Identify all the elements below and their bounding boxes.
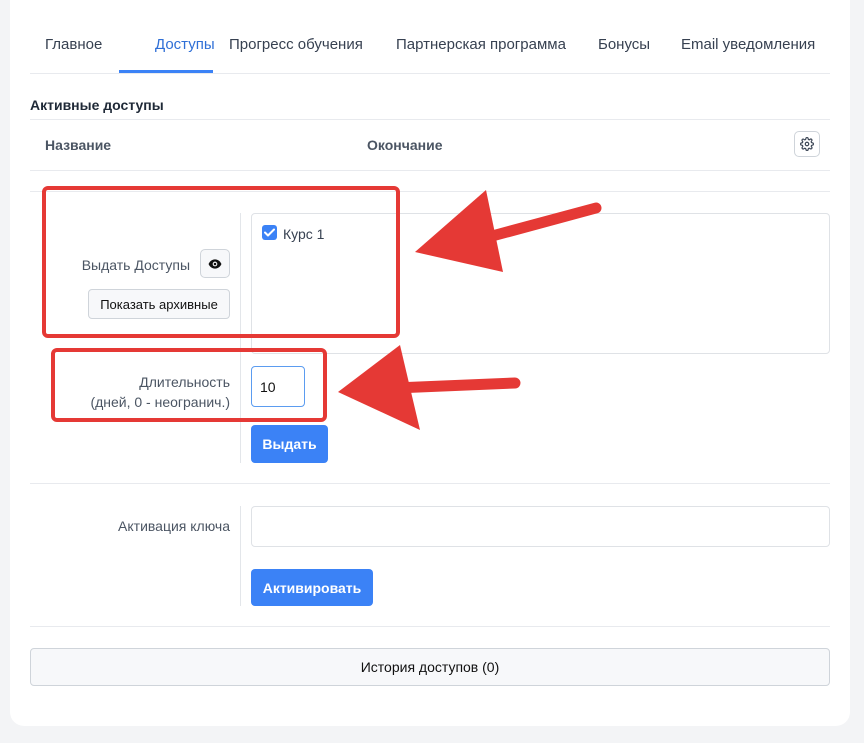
annotation-arrows [338,190,602,430]
arrow-to-duration [338,345,521,430]
arrow-to-courses [415,190,602,272]
